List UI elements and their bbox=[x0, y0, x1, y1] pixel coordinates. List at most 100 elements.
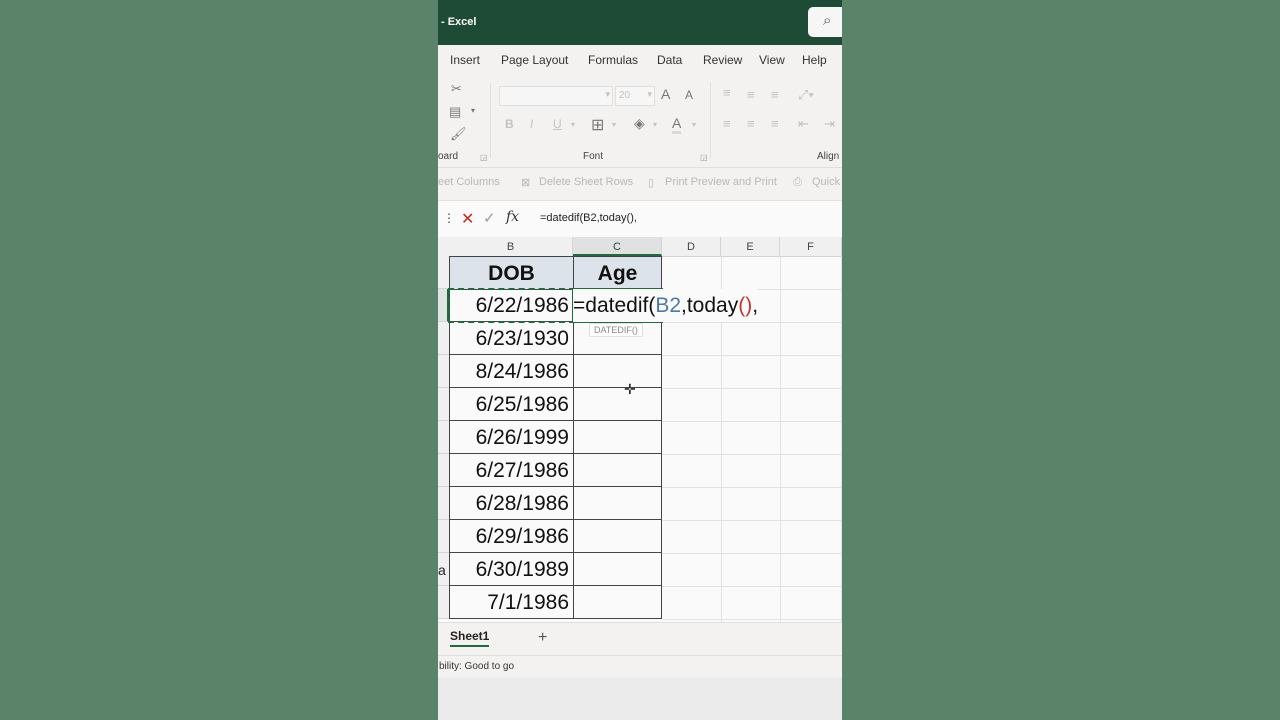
orientation-icon[interactable]: ⤢▾ bbox=[798, 87, 814, 103]
row-header[interactable] bbox=[438, 520, 449, 553]
bold-button[interactable]: B bbox=[505, 117, 514, 131]
dob-cell[interactable]: 6/26/1999 bbox=[449, 421, 574, 454]
decrease-indent-icon[interactable]: ⇤ bbox=[798, 116, 809, 132]
font-size-dropdown-icon: ▾ bbox=[647, 89, 652, 99]
column-header-d[interactable]: D bbox=[662, 237, 721, 256]
align-middle-icon[interactable]: ≡ bbox=[747, 87, 755, 102]
fill-dropdown-icon[interactable]: ▾ bbox=[653, 120, 657, 129]
font-group-label: Font bbox=[583, 151, 604, 162]
insert-sheet-columns-button[interactable]: eet Columns bbox=[438, 176, 500, 188]
gridline bbox=[841, 256, 842, 622]
mouse-cursor-icon: ✛ bbox=[624, 381, 636, 397]
ribbon: ✂ ▤ ▾ 🖌 oard ◲ ▾ 20 ▾ A A B I U ▾ ⊞ ▾ ◈ … bbox=[438, 75, 842, 168]
increase-indent-icon[interactable]: ⇥ bbox=[824, 116, 835, 132]
align-top-icon[interactable]: ≡ bbox=[723, 85, 731, 100]
align-left-icon[interactable]: ≡ bbox=[723, 116, 731, 131]
dob-cell[interactable]: 6/27/1986 bbox=[449, 454, 574, 487]
underline-button[interactable]: U bbox=[553, 117, 562, 131]
search-box[interactable]: ⌕ bbox=[808, 7, 842, 37]
accessibility-status[interactable]: bility: Good to go bbox=[439, 661, 514, 672]
age-cell[interactable] bbox=[573, 586, 662, 619]
cut-icon[interactable]: ✂ bbox=[451, 81, 462, 97]
age-cell[interactable] bbox=[573, 421, 662, 454]
sheet-tab-sheet1[interactable]: Sheet1 bbox=[450, 629, 490, 647]
format-painter-icon[interactable]: 🖌 bbox=[450, 126, 467, 142]
tab-view[interactable]: View bbox=[759, 53, 785, 67]
font-size-box[interactable]: 20 ▾ bbox=[615, 86, 655, 106]
formula-input[interactable]: =datedif(B2,today(), bbox=[540, 212, 637, 224]
column-header-c[interactable]: C bbox=[573, 237, 662, 256]
align-center-icon[interactable]: ≡ bbox=[747, 116, 755, 131]
tab-insert[interactable]: Insert bbox=[450, 53, 480, 67]
gridline bbox=[662, 586, 842, 587]
age-cell[interactable] bbox=[573, 520, 662, 553]
more-options-icon[interactable]: ⋮ bbox=[443, 211, 455, 225]
header-cell-age[interactable]: Age bbox=[573, 256, 662, 290]
print-preview-button[interactable]: Print Preview and Print bbox=[665, 176, 777, 188]
formula-suffix: , bbox=[752, 294, 759, 317]
header-cell-dob[interactable]: DOB bbox=[449, 256, 574, 290]
tab-page-layout[interactable]: Page Layout bbox=[501, 53, 568, 67]
enter-icon[interactable]: ✓ bbox=[483, 209, 496, 227]
font-name-box[interactable]: ▾ bbox=[499, 86, 613, 106]
column-header-f[interactable]: F bbox=[780, 237, 842, 256]
reference-highlight bbox=[448, 288, 575, 323]
status-bar: bility: Good to go bbox=[438, 655, 842, 678]
font-color-dropdown-icon[interactable]: ▾ bbox=[692, 120, 696, 129]
age-cell[interactable] bbox=[573, 553, 662, 586]
ribbon-divider bbox=[490, 83, 491, 158]
cancel-icon[interactable]: ✕ bbox=[461, 209, 474, 229]
tab-help[interactable]: Help bbox=[802, 53, 827, 67]
row-header[interactable] bbox=[438, 322, 449, 355]
borders-dropdown-icon[interactable]: ▾ bbox=[612, 120, 616, 129]
italic-button[interactable]: I bbox=[530, 117, 533, 131]
row-header[interactable] bbox=[438, 487, 449, 520]
insert-function-icon[interactable]: fx bbox=[506, 209, 519, 225]
age-cell[interactable] bbox=[573, 487, 662, 520]
paste-dropdown-icon[interactable]: ▾ bbox=[471, 106, 475, 115]
sheet-tabs-bar: Sheet1 + bbox=[438, 622, 842, 655]
row-header[interactable] bbox=[438, 586, 449, 619]
tab-data[interactable]: Data bbox=[657, 53, 682, 67]
row-label-clipped: a bbox=[438, 562, 446, 578]
grow-font-icon[interactable]: A bbox=[661, 86, 670, 102]
tab-formulas[interactable]: Formulas bbox=[588, 53, 638, 67]
age-cell[interactable] bbox=[573, 388, 662, 421]
column-header-e[interactable]: E bbox=[721, 237, 780, 256]
tab-review[interactable]: Review bbox=[703, 53, 742, 67]
dob-cell[interactable]: 6/30/1989 bbox=[449, 553, 574, 586]
age-cell[interactable] bbox=[573, 454, 662, 487]
paste-icon[interactable]: ▤ bbox=[449, 104, 461, 120]
dob-cell[interactable]: 6/23/1930 bbox=[449, 322, 574, 355]
row-header[interactable] bbox=[438, 454, 449, 487]
row-header[interactable] bbox=[438, 421, 449, 454]
formula-mid: ,today bbox=[681, 294, 739, 317]
dob-cell[interactable]: 8/24/1986 bbox=[449, 355, 574, 388]
underline-dropdown-icon[interactable]: ▾ bbox=[571, 120, 575, 129]
age-cell[interactable] bbox=[573, 355, 662, 388]
editing-cell-formula[interactable]: =datedif(B2,today(), bbox=[573, 289, 759, 322]
quick-print-button[interactable]: Quick bbox=[812, 176, 840, 188]
dob-cell[interactable]: 6/25/1986 bbox=[449, 388, 574, 421]
column-header-b[interactable]: B bbox=[449, 237, 573, 256]
align-right-icon[interactable]: ≡ bbox=[771, 116, 779, 131]
worksheet-grid[interactable]: B C D E F DOB Age 6/22/1986 6/23/1930 8/… bbox=[438, 237, 842, 622]
dob-cell[interactable]: 7/1/1986 bbox=[449, 586, 574, 619]
align-bottom-icon[interactable]: ≡ bbox=[771, 87, 779, 102]
clipboard-launcher-icon[interactable]: ◲ bbox=[480, 153, 488, 162]
delete-sheet-rows-button[interactable]: Delete Sheet Rows bbox=[539, 176, 633, 188]
row-header[interactable] bbox=[438, 355, 449, 388]
add-sheet-icon[interactable]: + bbox=[538, 629, 547, 647]
shrink-font-icon[interactable]: A bbox=[685, 88, 693, 102]
function-tooltip[interactable]: DATEDIF() bbox=[589, 323, 643, 337]
font-color-icon[interactable]: A bbox=[672, 115, 682, 134]
dob-cell[interactable]: 6/28/1986 bbox=[449, 487, 574, 520]
fill-color-icon[interactable]: ◈ bbox=[634, 115, 645, 132]
gridline bbox=[662, 388, 842, 389]
font-launcher-icon[interactable]: ◲ bbox=[700, 153, 708, 162]
quick-access-bar: eet Columns ⊠ Delete Sheet Rows ▯ Print … bbox=[438, 168, 842, 201]
row-header[interactable] bbox=[438, 256, 449, 289]
dob-cell[interactable]: 6/29/1986 bbox=[449, 520, 574, 553]
borders-icon[interactable]: ⊞ bbox=[591, 115, 604, 135]
row-header[interactable] bbox=[438, 388, 449, 421]
